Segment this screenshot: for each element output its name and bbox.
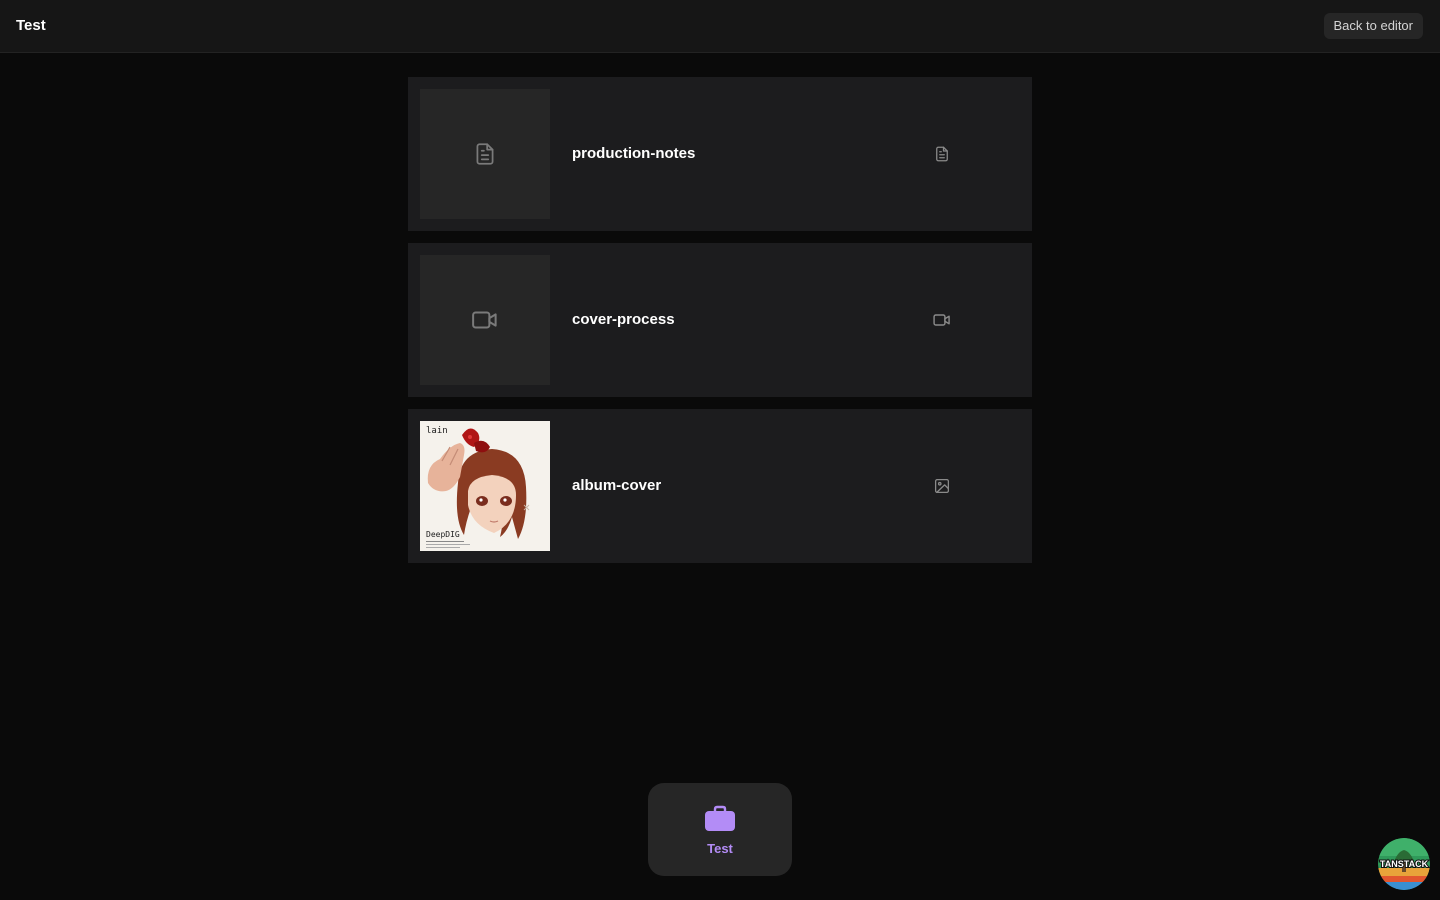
svg-text:DeepDIG: DeepDIG	[426, 530, 460, 539]
media-list: production-notes cover-process lain Deep…	[408, 77, 1032, 575]
list-item[interactable]: cover-process	[408, 243, 1032, 397]
video-icon	[472, 311, 497, 329]
list-item[interactable]: lain DeepDIG album-cover	[408, 409, 1032, 563]
item-thumbnail	[420, 89, 550, 219]
album-cover-thumbnail: lain DeepDIG	[420, 421, 550, 551]
item-name: album-cover	[572, 477, 662, 494]
video-icon	[932, 310, 952, 330]
document-icon	[476, 143, 494, 165]
cover-art-image: lain DeepDIG	[420, 421, 550, 551]
item-thumbnail	[420, 255, 550, 385]
briefcase-icon	[704, 805, 736, 838]
item-name: production-notes	[572, 145, 696, 162]
item-name: cover-process	[572, 311, 675, 328]
dock-tab-label: Test	[707, 841, 733, 856]
list-item[interactable]: production-notes	[408, 77, 1032, 231]
page-title: Test	[16, 17, 46, 34]
top-bar: Test Back to editor	[0, 0, 1440, 53]
tanstack-devtools-button[interactable]: TANSTACK	[1378, 838, 1430, 890]
tanstack-label: TANSTACK	[1380, 859, 1429, 869]
back-to-editor-button[interactable]: Back to editor	[1323, 13, 1423, 39]
dock-tab-test[interactable]: Test	[648, 783, 792, 876]
image-icon	[932, 476, 952, 496]
document-icon	[932, 144, 952, 164]
svg-text:lain: lain	[426, 426, 448, 436]
